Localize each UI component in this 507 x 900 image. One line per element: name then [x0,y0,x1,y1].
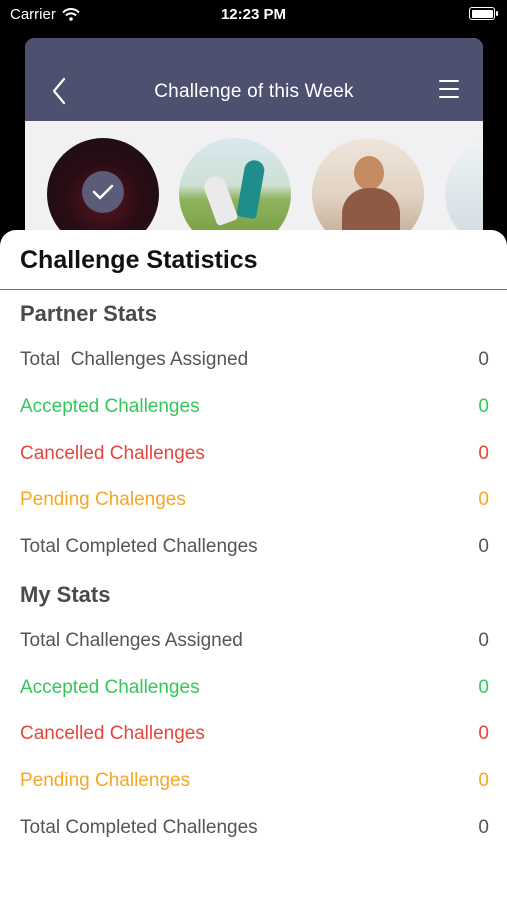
status-time: 12:23 PM [220,6,287,23]
challenge-week-screen: Challenge of this Week [25,38,483,258]
stat-row: Total Challenges Assigned 0 [20,627,489,655]
nav-bar: Challenge of this Week [25,38,483,121]
stat-label: Total Challenges Assigned [20,630,243,651]
section-title-partner-stats: Partner Stats [20,301,157,326]
stat-label: Total Completed Challenges [20,536,258,557]
checkmark-icon [82,171,124,213]
stat-label: Pending Chalenges [20,489,186,510]
stat-label: Accepted Challenges [20,396,200,417]
stat-label: Total Challenges Assigned [20,349,249,370]
stat-value: 0 [478,723,489,744]
battery-icon [469,7,498,20]
stat-row: Total Challenges Assigned 0 [20,346,489,374]
stat-value: 0 [478,349,489,370]
stat-label: Accepted Challenges [20,677,200,698]
stat-value: 0 [478,817,489,838]
stat-value: 0 [478,489,489,510]
stat-value: 0 [478,536,489,557]
stat-value: 0 [478,443,489,464]
stat-row: Cancelled Challenges 0 [20,440,489,468]
stat-row: Pending Chalenges 0 [20,486,489,514]
stat-label: Pending Challenges [20,770,191,791]
stat-label: Total Completed Challenges [20,817,258,838]
stat-value: 0 [478,396,489,417]
stat-row: Pending Challenges 0 [20,767,489,795]
section-title-my-stats: My Stats [20,582,111,607]
stat-value: 0 [478,677,489,698]
stat-label: Cancelled Challenges [20,443,205,464]
stat-row: Accepted Challenges 0 [20,674,489,702]
stat-value: 0 [478,770,489,791]
stat-row: Accepted Challenges 0 [20,393,489,421]
stat-row: Total Completed Challenges 0 [20,533,489,561]
sheet-title: Challenge Statistics [20,246,258,274]
nav-title: Challenge of this Week [154,81,354,102]
status-bar: Carrier 12:23 PM [0,0,507,30]
hamburger-menu-icon[interactable] [439,80,459,98]
divider [0,289,507,290]
stat-label: Cancelled Challenges [20,723,205,744]
challenge-statistics-sheet: Challenge Statistics Partner Stats Total… [0,230,507,900]
stat-row: Total Completed Challenges 0 [20,814,489,842]
stat-row: Cancelled Challenges 0 [20,720,489,748]
stat-value: 0 [478,630,489,651]
